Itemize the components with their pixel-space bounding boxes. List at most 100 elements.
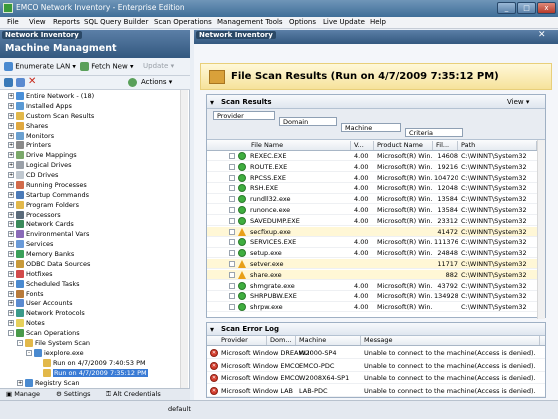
expand-toggle-icon[interactable]: - — [26, 349, 32, 356]
row-checkbox[interactable] — [229, 217, 235, 224]
table-row[interactable]: secfixup.exe 41472 C:\WINNT\System32 — [207, 226, 545, 237]
collapse-icon[interactable]: ▾ — [210, 98, 214, 107]
tree-node[interactable]: + User Accounts — [8, 299, 73, 308]
table-row[interactable]: share.exe 882 C:\WINNT\System32 — [207, 269, 545, 281]
error-row[interactable]: ✕ Microsoft Window EMCO W2008X64-SP1 Unable… — [207, 372, 545, 385]
actions-button[interactable]: Actions ▾ — [141, 78, 172, 86]
expand-toggle-icon[interactable]: + — [8, 191, 14, 198]
tree-node[interactable]: - File System Scan — [17, 339, 90, 348]
expand-toggle-icon[interactable]: - — [8, 330, 14, 337]
tab-settings[interactable]: ⚙ Settings — [56, 390, 91, 398]
error-row[interactable]: ✕ Microsoft Window DREAMLIGH W2000-SP4 Unab… — [207, 347, 545, 359]
row-checkbox[interactable] — [229, 304, 235, 311]
table-row[interactable]: SHRPUBW.EXE 4.00 Microsoft(R) Win... 134928… — [207, 291, 545, 302]
col-message[interactable]: Message — [362, 336, 540, 345]
table-row[interactable]: SAVEDUMP.EXE 4.00 Microsoft(R) Win... 23312… — [207, 216, 545, 227]
expand-toggle-icon[interactable]: + — [8, 310, 14, 317]
panel-close-icon[interactable]: ✕ — [538, 30, 546, 40]
tab-manage[interactable]: ▣ Manage — [6, 390, 40, 398]
minimize-button[interactable]: _ — [497, 2, 516, 14]
update-button[interactable]: Update ▾ — [143, 62, 174, 70]
tree-node[interactable]: + Drive Mappings — [8, 151, 77, 160]
tree-node[interactable]: + Processors — [8, 210, 61, 220]
col-machine[interactable]: Machine — [297, 336, 361, 345]
row-checkbox[interactable] — [229, 239, 235, 246]
fetch-new-button[interactable]: Fetch New ▾ — [80, 62, 133, 71]
tab-alt-credentials[interactable]: ⚿ Alt Credentials — [106, 390, 161, 399]
expand-toggle-icon[interactable]: + — [8, 201, 14, 208]
menu-live-update[interactable]: Live Update — [323, 18, 365, 26]
table-row[interactable]: RSH.EXE 4.00 Microsoft(R) Win... 12048 C:\WI… — [207, 183, 545, 194]
enumerate-lan-button[interactable]: Enumerate LAN ▾ — [4, 62, 76, 71]
table-row[interactable]: SERVICES.EXE 4.00 Microsoft(R) Win... 11137… — [207, 237, 545, 248]
tree-node[interactable]: Run on 4/7/2009 7:35:12 PM — [35, 368, 148, 378]
menu-file[interactable]: File — [7, 18, 19, 26]
tree-node[interactable]: + Entire Network - (18) — [8, 92, 94, 101]
tree-node[interactable]: + Installed Apps — [8, 101, 72, 111]
expand-toggle-icon[interactable]: + — [8, 162, 14, 169]
expand-toggle-icon[interactable]: + — [8, 260, 14, 267]
row-checkbox[interactable] — [229, 163, 235, 170]
table-row[interactable]: shmgrate.exe 4.00 Microsoft(R) Win... 43792… — [207, 281, 545, 291]
col-file-size[interactable]: Fil... — [434, 141, 458, 150]
machine-tree[interactable]: + Entire Network - (18) + Installed Apps + Cu… — [0, 90, 190, 388]
table-row[interactable]: ROUTE.EXE 4.00 Microsoft(R) Win... 19216 C:\… — [207, 162, 545, 173]
col-provider[interactable]: Provider — [219, 336, 267, 345]
tree-node[interactable]: + Monitors — [8, 131, 54, 141]
col-path[interactable]: Path — [459, 141, 537, 150]
row-checkbox[interactable] — [229, 228, 235, 235]
row-checkbox[interactable] — [229, 261, 235, 267]
expand-toggle-icon[interactable]: + — [8, 172, 14, 179]
expand-toggle-icon[interactable]: + — [17, 379, 23, 386]
table-row[interactable]: RPCSS.EXE 4.00 Microsoft(R) Win... 104720 C:… — [207, 173, 545, 183]
expand-toggle-icon[interactable]: + — [8, 320, 14, 327]
error-row[interactable]: ✕ Microsoft Window LAB LAB-PDC Unable to co… — [207, 385, 545, 397]
group-provider[interactable]: Provider — [213, 111, 275, 120]
tree-node[interactable]: + Environmental Vars — [8, 230, 89, 239]
tree-node[interactable]: + CD Drives — [8, 171, 58, 180]
tree-node[interactable]: + Services — [8, 240, 53, 249]
group-criteria[interactable]: Criteria — [405, 128, 463, 137]
menu-sql-query-builder[interactable]: SQL Query Builder — [84, 18, 148, 26]
tree-node[interactable]: + Scheduled Tasks — [8, 279, 79, 289]
col-product-name[interactable]: Product Name — [375, 141, 433, 150]
tree-node[interactable]: Run on 4/7/2009 7:40:53 PM — [35, 358, 146, 368]
menu-options[interactable]: Options — [289, 18, 316, 26]
row-checkbox[interactable] — [229, 185, 235, 192]
expand-toggle-icon[interactable]: + — [8, 300, 14, 307]
menu-scan-operations[interactable]: Scan Operations — [154, 18, 212, 26]
tree-node[interactable]: + Network Protocols — [8, 309, 85, 318]
expand-toggle-icon[interactable]: + — [8, 231, 14, 238]
tree-node[interactable]: + Network Cards — [8, 220, 74, 229]
tree-node[interactable]: + Startup Commands — [8, 190, 89, 200]
expand-toggle-icon[interactable]: + — [8, 132, 14, 139]
table-row[interactable]: shrpw.exe 4.00 Microsoft(R) Win... C:\WINNT… — [207, 302, 545, 313]
tree-node[interactable]: + Program Folders — [8, 200, 79, 210]
results-scrollbar[interactable] — [537, 140, 545, 319]
collapse-icon[interactable]: ▾ — [210, 325, 214, 334]
tree-node[interactable]: + Memory Banks — [8, 250, 74, 259]
row-checkbox[interactable] — [229, 207, 235, 213]
row-checkbox[interactable] — [229, 282, 235, 289]
col-domain[interactable]: Dom... — [268, 336, 296, 345]
row-checkbox[interactable] — [229, 293, 235, 300]
menu-management-tools[interactable]: Management Tools — [217, 18, 283, 26]
tree-node[interactable]: + Shares — [8, 121, 48, 131]
expand-toggle-icon[interactable]: + — [8, 112, 14, 119]
row-checkbox[interactable] — [229, 153, 235, 159]
expand-toggle-icon[interactable]: + — [8, 102, 14, 109]
table-row[interactable]: setup.exe 4.00 Microsoft(R) Win... 24848 C:\… — [207, 248, 545, 259]
tree-node[interactable]: + Running Processes — [8, 180, 87, 190]
expand-toggle-icon[interactable]: + — [8, 93, 14, 99]
group-by-area[interactable]: Provider Domain Machine Criteria — [207, 109, 545, 140]
tree-node[interactable]: - iexplore.exe — [26, 348, 84, 358]
view-button[interactable]: View ▾ — [507, 98, 529, 106]
tree-node[interactable]: + Logical Drives — [8, 161, 72, 170]
group-domain[interactable]: Domain — [279, 117, 337, 126]
row-checkbox[interactable] — [229, 174, 235, 181]
menu-help[interactable]: Help — [370, 18, 386, 26]
expand-toggle-icon[interactable]: + — [8, 181, 14, 188]
tree-node[interactable]: + ODBC Data Sources — [8, 259, 90, 269]
close-button[interactable]: x — [537, 2, 556, 14]
col-file-name[interactable]: File Name — [249, 141, 351, 150]
